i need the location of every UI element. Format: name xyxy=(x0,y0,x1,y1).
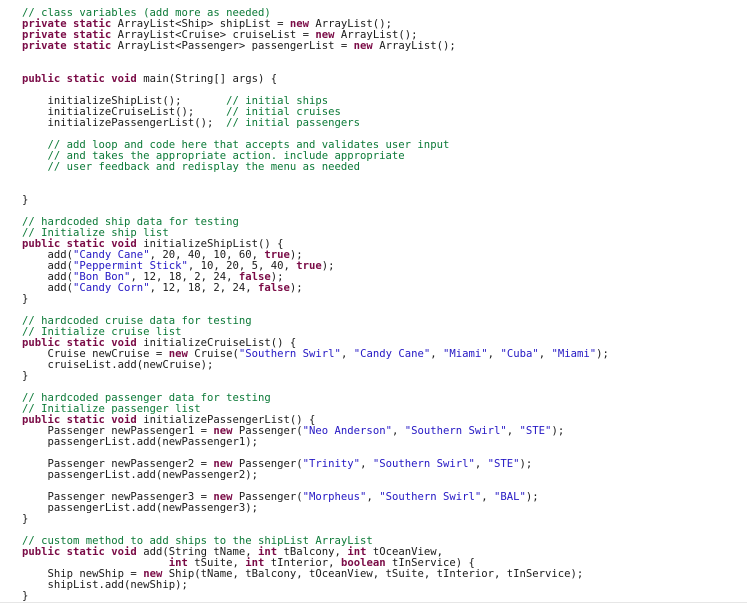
code-token-string: "STE" xyxy=(487,458,520,470)
code-token-string: "Trinity" xyxy=(302,458,361,470)
code-token-plain: , xyxy=(481,491,495,503)
code-token-plain: , 12, 18, 2, 24, xyxy=(149,282,259,294)
code-token-plain: , xyxy=(474,458,488,470)
code-token-string: "Candy Corn" xyxy=(73,282,150,294)
code-token-plain: } xyxy=(22,590,29,602)
code-token-plain: } xyxy=(22,293,29,305)
code-token-string: "Candy Cane" xyxy=(353,348,431,360)
code-token-keyword: private static xyxy=(22,40,112,52)
code-token-comment: // initial passengers xyxy=(226,117,361,129)
code-token-string: "BAL" xyxy=(494,491,526,503)
code-line: } xyxy=(0,371,747,382)
code-token-plain: passengerList.add(newPassenger1); xyxy=(22,436,259,448)
code-token-string: "Southern Swirl" xyxy=(404,425,507,437)
code-token-string: "Southern Swirl" xyxy=(379,491,482,503)
code-line: } xyxy=(0,195,747,206)
code-token-plain: Ship(tName, tBalcony, tOceanView, tSuite… xyxy=(162,568,584,580)
code-token-plain: ); xyxy=(525,491,539,503)
code-token-keyword: true xyxy=(296,260,322,272)
code-token-plain: , xyxy=(391,425,405,437)
code-line: shipList.add(newShip); xyxy=(0,580,747,591)
code-line: private static ArrayList<Passenger> pass… xyxy=(0,41,747,52)
code-line: } xyxy=(0,514,747,525)
code-token-plain: ); xyxy=(321,260,335,272)
code-token-keyword: public static void xyxy=(22,73,137,85)
code-token-string: "Miami" xyxy=(443,348,488,360)
code-token-plain: } xyxy=(22,194,29,206)
code-token-plain: , xyxy=(506,425,520,437)
code-token-string: "STE" xyxy=(519,425,552,437)
code-token-plain: } xyxy=(22,370,29,382)
code-token-string: "Miami" xyxy=(551,348,597,360)
code-token-plain: passengerList.add(newPassenger3); xyxy=(22,502,259,514)
code-line: // user feedback and redisplay the menu … xyxy=(0,162,747,173)
code-token-keyword: new xyxy=(353,40,373,52)
code-token-plain: ArrayList<Passenger> passengerList = xyxy=(111,40,354,52)
code-token-plain: shipList.add(newShip); xyxy=(22,579,188,591)
code-token-string: "Southern Swirl" xyxy=(238,348,341,360)
code-token-plain: , xyxy=(366,491,380,503)
code-line: } xyxy=(0,294,747,305)
code-token-plain: main(String[] args) { xyxy=(136,73,278,85)
code-token-plain: ); xyxy=(551,425,565,437)
code-token-string: "Cuba" xyxy=(500,348,539,360)
code-line: passengerList.add(newPassenger1); xyxy=(0,437,747,448)
code-token-string: "Morpheus" xyxy=(302,491,367,503)
code-token-plain: add( xyxy=(22,282,74,294)
code-line: cruiseList.add(newCruise); xyxy=(0,360,747,371)
code-token-plain: , xyxy=(487,348,501,360)
code-token-plain: ); xyxy=(519,458,533,470)
code-token-plain: passengerList.add(newPassenger2); xyxy=(22,469,259,481)
code-line: add("Candy Corn", 12, 18, 2, 24, false); xyxy=(0,283,747,294)
code-editor[interactable]: // class variables (add more as needed) p… xyxy=(0,0,747,603)
code-token-plain: ); xyxy=(596,348,609,360)
code-token-string: "Southern Swirl" xyxy=(372,458,475,470)
code-token-comment: // user feedback and redisplay the menu … xyxy=(22,161,361,173)
code-token-keyword: false xyxy=(258,282,290,294)
code-token-plain: ); xyxy=(289,282,303,294)
code-token-plain: , xyxy=(538,348,552,360)
code-line: } xyxy=(0,591,747,602)
code-token-plain: , xyxy=(360,458,373,470)
code-token-plain: ArrayList(); xyxy=(372,40,456,52)
code-line: initializePassengerList(); // initial pa… xyxy=(0,118,747,129)
code-line: passengerList.add(newPassenger3); xyxy=(0,503,747,514)
code-line: passengerList.add(newPassenger2); xyxy=(0,470,747,481)
code-token-plain: cruiseList.add(newCruise); xyxy=(22,359,214,371)
code-token-plain: , xyxy=(340,348,354,360)
code-token-plain: } xyxy=(22,513,29,525)
code-token-plain: initializePassengerList(); xyxy=(22,117,227,129)
code-line: public static void main(String[] args) { xyxy=(0,74,747,85)
code-token-string: "Neo Anderson" xyxy=(302,425,392,437)
code-token-plain: , xyxy=(430,348,444,360)
